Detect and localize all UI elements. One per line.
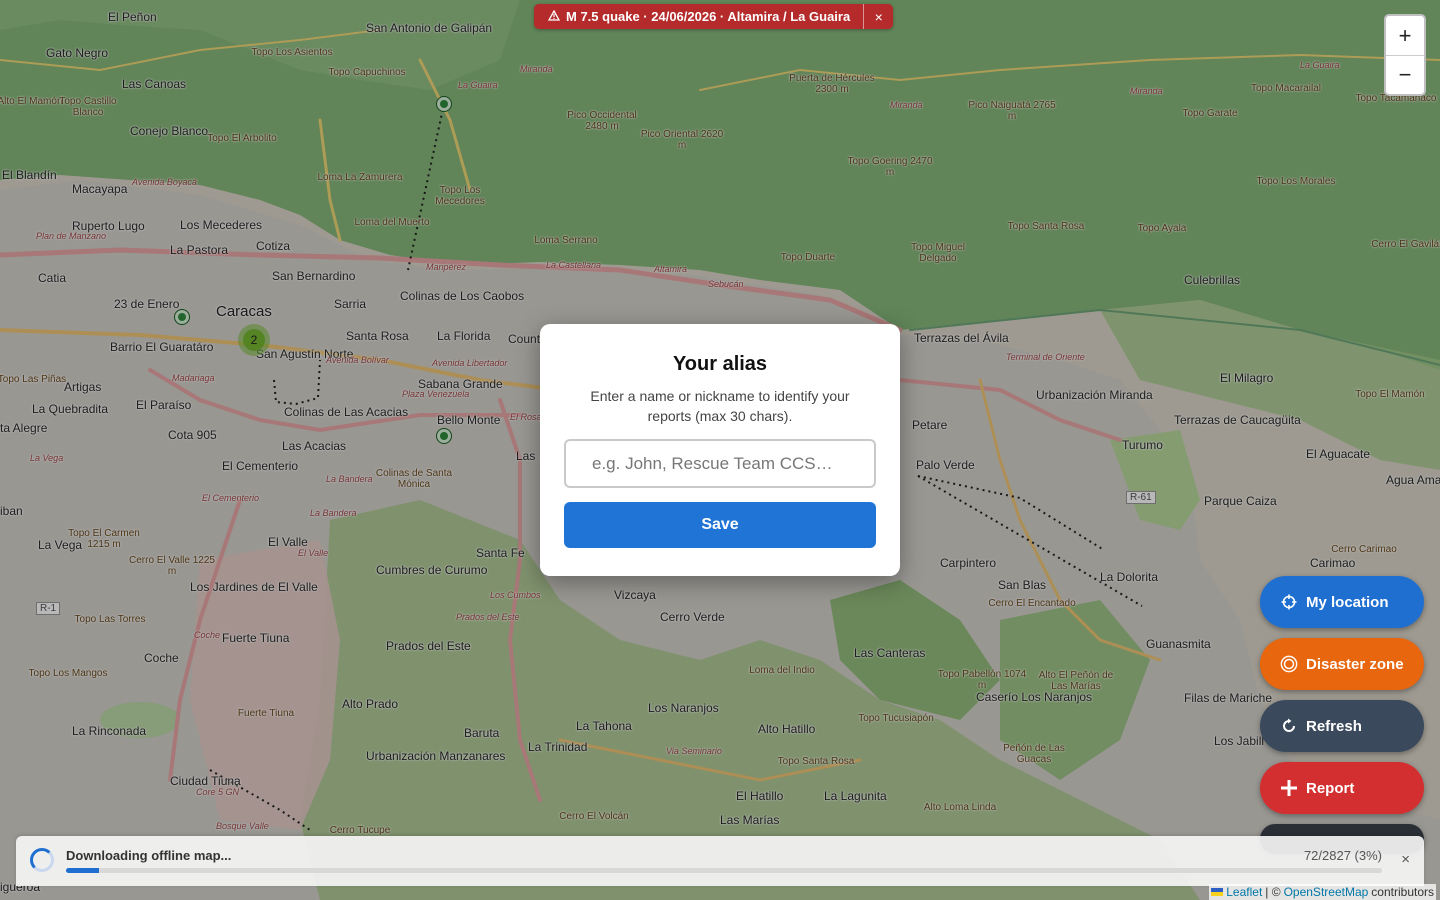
my-location-button[interactable]: My location [1260,576,1424,628]
my-location-label: My location [1306,593,1389,611]
alias-modal: Your alias Enter a name or nickname to i… [540,324,900,576]
osm-link[interactable]: OpenStreetMap [1284,885,1369,899]
modal-description: Enter a name or nickname to identify you… [590,388,850,424]
alias-input[interactable] [564,439,876,488]
refresh-button[interactable]: Refresh [1260,700,1424,752]
attribution-separator: | © [1265,885,1281,899]
disaster-zone-label: Disaster zone [1306,655,1404,673]
map-attribution: Leaflet | © OpenStreetMap contributors [1209,884,1436,900]
download-progress-track [66,868,1382,873]
target-icon [1280,655,1298,673]
warning-icon [547,9,561,24]
plus-icon [1280,779,1298,797]
ukraine-flag-icon [1211,888,1224,896]
leaflet-link[interactable]: Leaflet [1226,885,1262,899]
zoom-in-button[interactable]: + [1386,16,1424,55]
close-icon: × [874,8,883,25]
report-label: Report [1306,779,1355,797]
alert-body[interactable]: M 7.5 quake · 24/06/2026 · Altamira / La… [534,4,864,29]
quake-alert-banner: M 7.5 quake · 24/06/2026 · Altamira / La… [534,4,894,29]
alert-close-button[interactable]: × [863,4,894,29]
disaster-zone-button[interactable]: Disaster zone [1260,638,1424,690]
download-close-button[interactable]: × [1401,851,1410,868]
offline-download-bar: Downloading offline map... 72/2827 (3%) … [16,836,1424,886]
refresh-label: Refresh [1306,717,1362,735]
download-progress-fill [66,868,99,873]
download-message: Downloading offline map... [66,848,232,863]
download-count: 72/2827 (3%) [1303,848,1382,863]
refresh-icon [1280,717,1298,735]
modal-title: Your alias [672,353,768,375]
zoom-out-button[interactable]: − [1386,55,1424,94]
loading-spinner-icon [30,848,54,872]
crosshair-icon [1280,593,1298,611]
zoom-control: + − [1384,14,1426,96]
alert-text: M 7.5 quake · 24/06/2026 · Altamira / La… [566,9,851,24]
attribution-suffix: contributors [1371,885,1434,899]
save-button[interactable]: Save [564,502,876,548]
report-button[interactable]: Report [1260,762,1424,814]
